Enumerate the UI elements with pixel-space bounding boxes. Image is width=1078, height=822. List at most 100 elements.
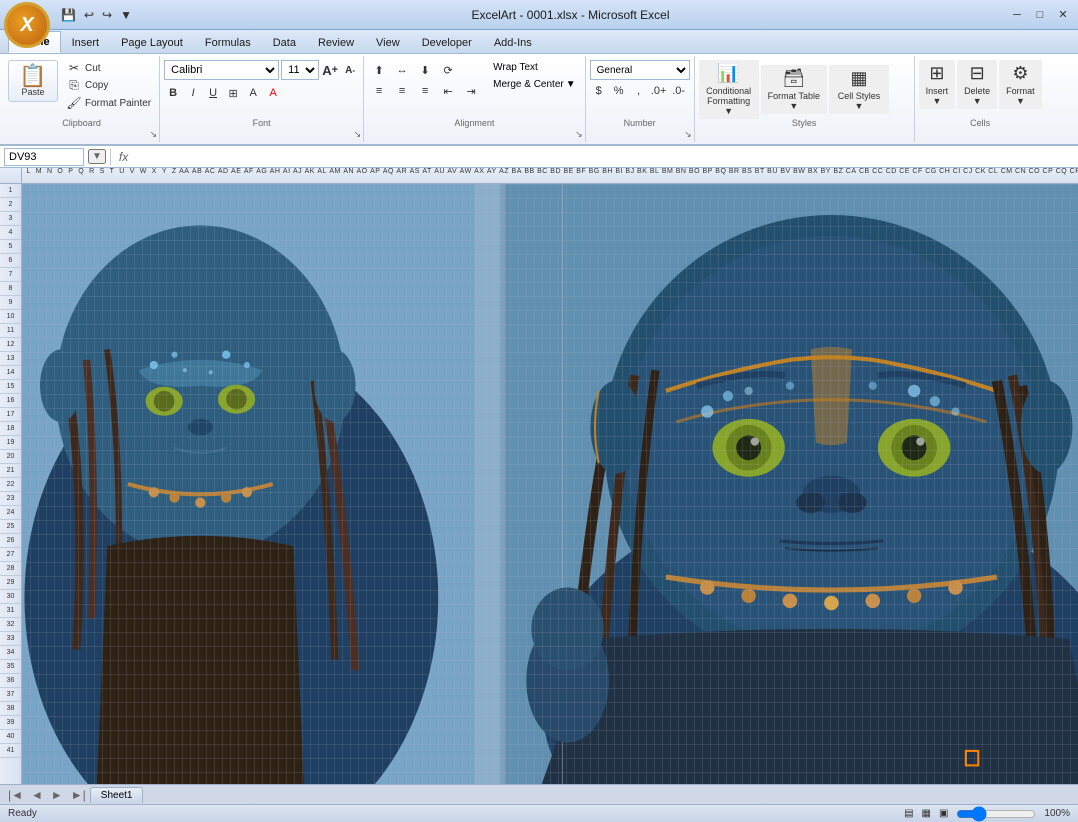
sheet-nav-last[interactable]: ►|: [67, 786, 90, 804]
format-painter-label: Format Painter: [85, 98, 151, 109]
formula-input[interactable]: [136, 148, 1074, 166]
alignment-expand-btn[interactable]: ↘: [575, 129, 583, 140]
row-header: 1 2 3 4 5 6 7 8 9 10 11 12 13 14 15 16 1…: [0, 184, 22, 784]
row-17: 17: [0, 408, 21, 422]
align-bottom-btn[interactable]: ⬇: [414, 60, 436, 80]
close-btn[interactable]: ✕: [1052, 6, 1074, 24]
align-row-top: ⬆ ↔ ⬇ ⟳: [368, 60, 482, 80]
redo-btn[interactable]: ↪: [99, 6, 115, 24]
office-button[interactable]: X: [4, 2, 50, 48]
font-expand-btn[interactable]: ↘: [354, 129, 362, 140]
underline-btn[interactable]: U: [204, 84, 222, 102]
corner-cell: [0, 168, 22, 183]
paste-button[interactable]: 📋 Paste: [8, 60, 58, 102]
zoom-slider[interactable]: [956, 810, 1036, 818]
row-36: 36: [0, 674, 21, 688]
comma-btn[interactable]: ,: [630, 82, 648, 100]
font-color-btn[interactable]: A: [264, 84, 282, 102]
name-box[interactable]: [4, 148, 84, 166]
number-format-select[interactable]: General: [590, 60, 690, 80]
sheet-tab-1[interactable]: Sheet1: [90, 787, 144, 803]
clipboard-expand-btn[interactable]: ↘: [150, 129, 158, 140]
clipboard-label: Clipboard: [4, 118, 159, 128]
format-painter-button[interactable]: 🖌 Format Painter: [62, 95, 155, 111]
increase-font-btn[interactable]: A+: [321, 61, 339, 79]
merge-center-btn[interactable]: Merge & Center ▼: [488, 77, 581, 92]
orientation-btn[interactable]: ⟳: [437, 60, 459, 80]
format-btn[interactable]: ⚙ Format ▼: [999, 60, 1042, 109]
decrease-decimal-btn[interactable]: .0-: [670, 82, 688, 100]
styles-group: 📊 ConditionalFormatting ▼ 🗃 Format Table…: [695, 56, 915, 142]
tab-page-layout[interactable]: Page Layout: [110, 31, 194, 53]
cells-content: ⊞ Insert ▼ ⊟ Delete ▼ ⚙ Format ▼: [919, 58, 1042, 109]
percent-btn[interactable]: %: [610, 82, 628, 100]
row-14: 14: [0, 366, 21, 380]
accounting-btn[interactable]: $: [590, 82, 608, 100]
wrap-text-btn[interactable]: Wrap Text: [488, 60, 581, 75]
tab-formulas[interactable]: Formulas: [194, 31, 262, 53]
align-left-btn[interactable]: ≡: [368, 81, 390, 101]
maximize-btn[interactable]: □: [1029, 6, 1051, 24]
indent-increase-btn[interactable]: ⇥: [460, 81, 482, 101]
number-expand-btn[interactable]: ↘: [684, 129, 692, 140]
indent-decrease-btn[interactable]: ⇤: [437, 81, 459, 101]
ribbon-tabs: Home Insert Page Layout Formulas Data Re…: [0, 30, 1078, 54]
align-center-btn[interactable]: ≡: [391, 81, 413, 101]
align-middle-btn[interactable]: ↔: [391, 60, 413, 80]
bold-btn[interactable]: B: [164, 84, 182, 102]
tab-insert[interactable]: Insert: [61, 31, 111, 53]
align-top-btn[interactable]: ⬆: [368, 60, 390, 80]
tab-review[interactable]: Review: [307, 31, 365, 53]
tab-data[interactable]: Data: [262, 31, 307, 53]
format-painter-icon: 🖌: [66, 96, 82, 110]
styles-label: Styles: [695, 118, 914, 128]
row-34: 34: [0, 646, 21, 660]
cut-button[interactable]: ✂ Cut: [62, 60, 155, 76]
name-box-expand[interactable]: ▼: [88, 149, 106, 164]
undo-btn[interactable]: ↩: [81, 6, 97, 24]
status-view-normal[interactable]: ▤: [904, 808, 913, 819]
sheet-nav-first[interactable]: |◄: [4, 786, 27, 804]
row-23: 23: [0, 492, 21, 506]
sheet-nav-prev[interactable]: ◄: [27, 786, 47, 804]
delete-btn[interactable]: ⊟ Delete ▼: [957, 60, 997, 109]
alignment-content: ⬆ ↔ ⬇ ⟳ ≡ ≡ ≡ ⇤ ⇥ Wrap Text Merg: [368, 58, 581, 101]
tab-addins[interactable]: Add-Ins: [483, 31, 543, 53]
status-view-layout[interactable]: ▦: [922, 808, 931, 819]
tab-developer[interactable]: Developer: [411, 31, 483, 53]
row-26: 26: [0, 534, 21, 548]
font-size-select[interactable]: 11: [281, 60, 319, 80]
insert-dropdown: ▼: [932, 96, 941, 106]
cell-styles-btn[interactable]: ▦ Cell Styles ▼: [829, 65, 889, 114]
minimize-btn[interactable]: ─: [1006, 6, 1028, 24]
font-content: Calibri 11 A+ A- B I U ⊞ A A: [164, 58, 359, 102]
sheet-nav-next[interactable]: ►: [47, 786, 67, 804]
border-btn[interactable]: ⊞: [224, 84, 242, 102]
tab-view[interactable]: View: [365, 31, 411, 53]
delete-dropdown: ▼: [973, 96, 982, 106]
styles-content: 📊 ConditionalFormatting ▼ 🗃 Format Table…: [699, 58, 889, 119]
format-table-label: Format Table: [768, 91, 820, 101]
save-quick-btn[interactable]: 💾: [58, 6, 79, 24]
italic-btn[interactable]: I: [184, 84, 202, 102]
format-table-btn[interactable]: 🗃 Format Table ▼: [761, 65, 827, 114]
increase-decimal-btn[interactable]: .0+: [650, 82, 668, 100]
copy-button[interactable]: ⎘ Copy: [62, 77, 155, 94]
quick-access-expand[interactable]: ▼: [117, 6, 135, 24]
align-right-btn[interactable]: ≡: [414, 81, 436, 101]
decrease-font-btn[interactable]: A-: [341, 61, 359, 79]
window-controls: ─ □ ✕: [1006, 6, 1074, 24]
font-name-select[interactable]: Calibri: [164, 60, 279, 80]
conditional-formatting-btn[interactable]: 📊 ConditionalFormatting ▼: [699, 60, 759, 119]
row-16: 16: [0, 394, 21, 408]
row-4: 4: [0, 226, 21, 240]
column-header-row: L M N O P Q R S T U V W X Y Z AA AB AC A…: [0, 168, 1078, 184]
number-group: General $ % , .0+ .0- Number ↘: [586, 56, 695, 142]
fill-color-btn[interactable]: A: [244, 84, 262, 102]
sheet-content[interactable]: [22, 184, 1078, 784]
status-view-page[interactable]: ▣: [939, 808, 948, 819]
spreadsheet-area: 1 2 3 4 5 6 7 8 9 10 11 12 13 14 15 16 1…: [0, 184, 1078, 784]
zoom-level: 100%: [1044, 808, 1070, 819]
copy-label: Copy: [85, 80, 108, 91]
insert-btn[interactable]: ⊞ Insert ▼: [919, 60, 956, 109]
